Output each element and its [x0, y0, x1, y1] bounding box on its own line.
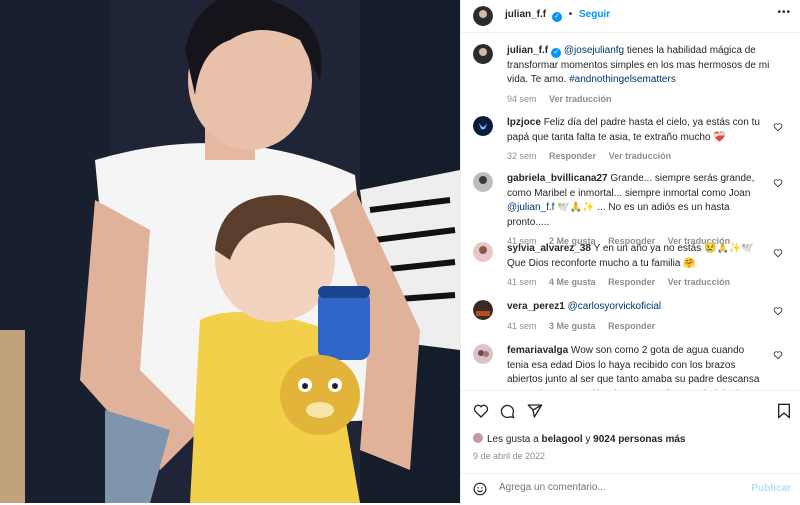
comment-avatar[interactable] [473, 344, 493, 364]
post-comment-button[interactable]: Publicar [752, 483, 791, 494]
post-photo [0, 0, 460, 503]
bookmark-icon[interactable] [777, 403, 791, 419]
comment-time[interactable]: 41 sem [507, 277, 537, 287]
caption-time[interactable]: 94 sem [507, 94, 537, 104]
add-comment-bar: Publicar [461, 473, 800, 505]
comment-avatar[interactable] [473, 242, 493, 262]
author-avatar[interactable] [473, 6, 493, 26]
caption-hashtag[interactable]: #andnothingelsematters [569, 74, 676, 85]
comment-mention[interactable]: @carlosyorvickoficial [565, 301, 662, 312]
post-header: julian_f.f ✓ • Seguir ••• [461, 0, 800, 33]
like-comment-heart-icon[interactable] [773, 350, 783, 360]
likes-user[interactable]: belagool [541, 434, 582, 445]
liker-avatar[interactable] [473, 433, 483, 443]
post-date[interactable]: 9 de abril de 2022 [473, 451, 545, 461]
comments-list[interactable]: julian_f.f ✓ @josejulianfg tienes la habi… [461, 32, 800, 390]
likes-prefix: Les gusta a [487, 434, 542, 445]
like-comment-heart-icon[interactable] [773, 306, 783, 316]
comment-username[interactable]: sylvia_alvarez_38 [507, 243, 591, 254]
heart-icon[interactable] [473, 403, 489, 419]
separator-dot: • [568, 9, 573, 20]
comment-username[interactable]: vera_perez1 [507, 301, 565, 312]
comment-username[interactable]: lpzjoce [507, 117, 541, 128]
comment-input[interactable] [497, 481, 731, 494]
verified-badge-icon: ✓ [551, 48, 562, 58]
comment-mention[interactable]: @julian_f.f [507, 202, 554, 213]
comment-avatar[interactable] [473, 172, 493, 192]
verified-badge-icon: ✓ [551, 12, 562, 22]
author-username[interactable]: julian_f.f [505, 9, 546, 20]
emoji-icon[interactable] [473, 482, 487, 496]
like-comment-heart-icon[interactable] [773, 248, 783, 258]
share-icon[interactable] [527, 403, 543, 419]
comment-time[interactable]: 32 sem [507, 151, 537, 161]
comment-avatar[interactable] [473, 300, 493, 320]
comment-likes[interactable]: 4 Me gusta [549, 277, 596, 287]
likes-summary: Les gusta a belagool y 9024 personas más [473, 433, 685, 445]
follow-button[interactable]: Seguir [579, 9, 610, 20]
reply-button[interactable]: Responder [608, 321, 655, 331]
comment-username[interactable]: femariavalga [507, 345, 568, 356]
caption-translate[interactable]: Ver traducción [549, 94, 612, 104]
photo-illustration [0, 0, 460, 503]
post-actions: Les gusta a belagool y 9024 personas más… [461, 390, 800, 504]
reply-button[interactable]: Responder [608, 277, 655, 287]
translate-button[interactable]: Ver traducción [668, 277, 731, 287]
post-panel: julian_f.f ✓ • Seguir ••• julian_f.f ✓ @j… [460, 0, 800, 503]
translate-button[interactable]: Ver traducción [609, 151, 672, 161]
comment-time[interactable]: 41 sem [507, 321, 537, 331]
like-comment-heart-icon[interactable] [773, 122, 783, 132]
likes-count[interactable]: 9024 personas más [593, 434, 685, 445]
caption-avatar[interactable] [473, 44, 493, 64]
likes-middle: y [582, 434, 594, 445]
comment-avatar[interactable] [473, 116, 493, 136]
caption-mention[interactable]: @josejulianfg [564, 45, 624, 56]
comment-text: Feliz día del padre hasta el cielo, ya e… [507, 117, 760, 143]
reply-button[interactable]: Responder [549, 151, 596, 161]
comment-likes[interactable]: 3 Me gusta [549, 321, 596, 331]
comment-icon[interactable] [499, 403, 515, 419]
like-comment-heart-icon[interactable] [773, 178, 783, 188]
comment-username[interactable]: gabriela_bvillicana27 [507, 173, 608, 184]
more-options-icon[interactable]: ••• [777, 7, 791, 18]
caption-username[interactable]: julian_f.f [507, 45, 548, 56]
